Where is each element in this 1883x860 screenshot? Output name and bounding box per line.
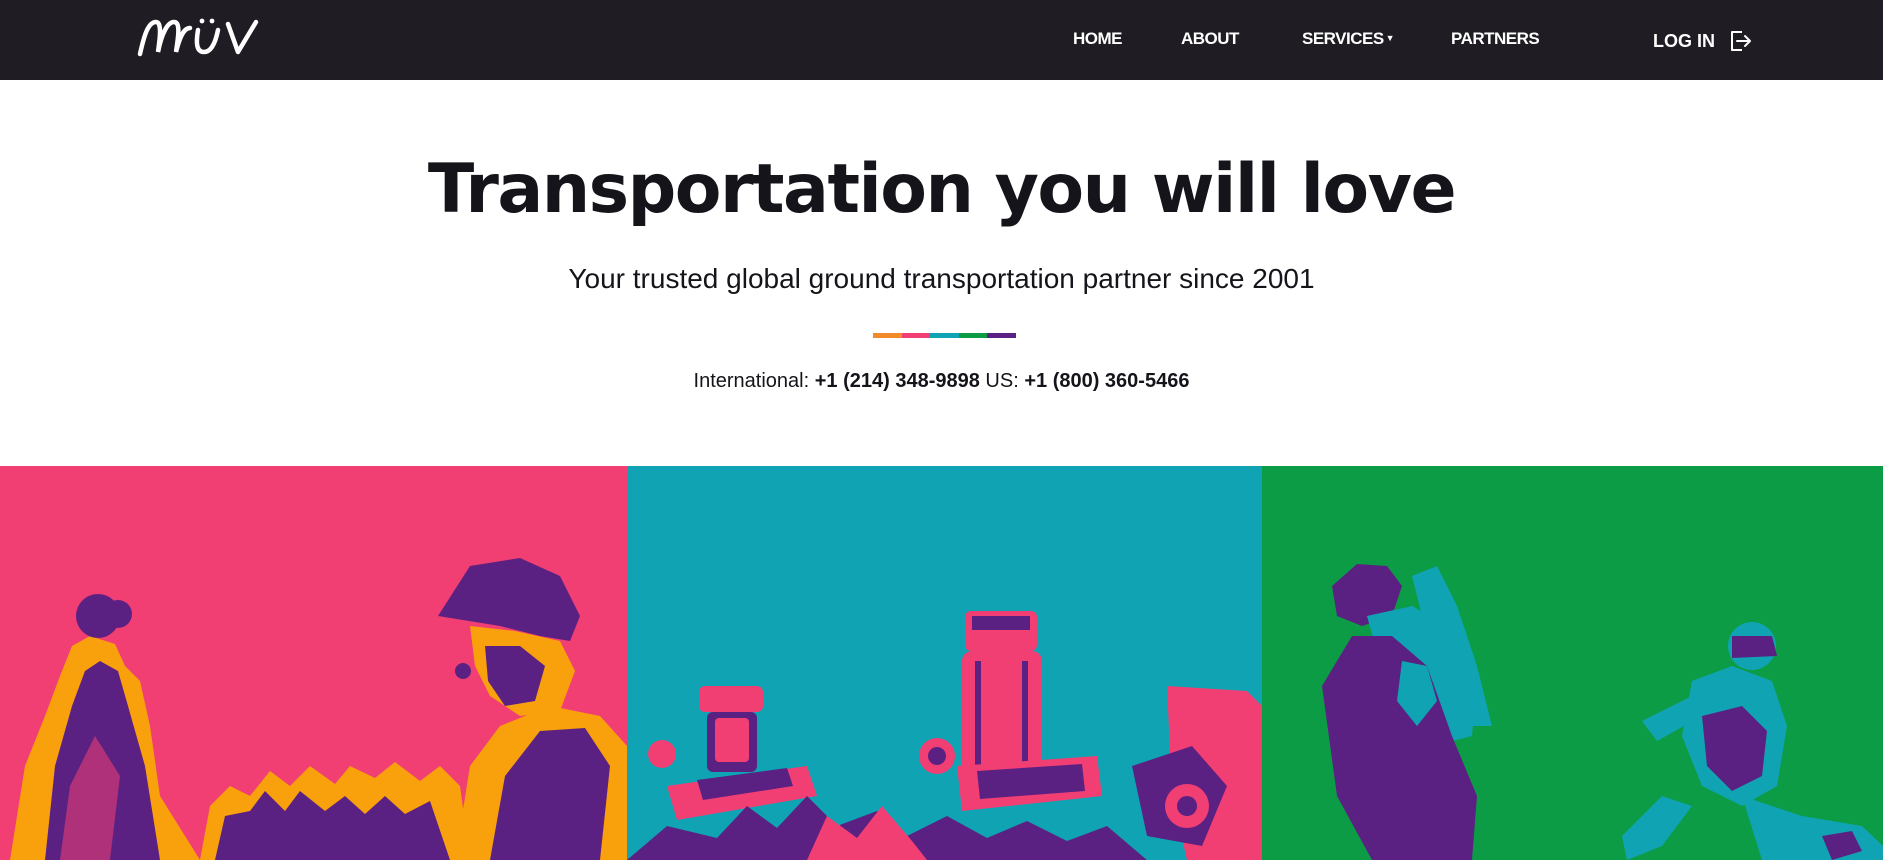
- divider-segment-pink: [901, 333, 931, 338]
- top-navbar: HOME ABOUT SERVICES ▼ PARTNERS LOG IN: [0, 0, 1883, 80]
- hero-title: Transportation you will love: [427, 150, 1457, 229]
- nav-partners[interactable]: PARTNERS: [1451, 29, 1540, 49]
- nav-services[interactable]: SERVICES ▼: [1302, 29, 1395, 49]
- muv-logo-mark: [137, 18, 259, 57]
- us-label: US:: [985, 370, 1019, 392]
- nav-home[interactable]: HOME: [1073, 29, 1123, 49]
- divider-segment-teal: [930, 333, 959, 338]
- intl-phone-link[interactable]: +1 (214) 348-9898: [815, 370, 980, 392]
- chauffeur-illustration: [0, 466, 627, 860]
- phone-numbers: International: +1 (214) 348-9898 US: +1 …: [0, 370, 1883, 393]
- medical-panel: [627, 466, 1262, 860]
- nav-about[interactable]: ABOUT: [1181, 29, 1239, 49]
- divider-segment-purple: [987, 333, 1016, 338]
- sports-panel: [1262, 466, 1883, 860]
- us-phone-link[interactable]: +1 (800) 360-5466: [1024, 370, 1189, 392]
- muv-logo[interactable]: [136, 16, 260, 60]
- sports-illustration: [1262, 466, 1883, 860]
- illustration-panels: [0, 466, 1883, 860]
- hero-section: Transportation you will love Your truste…: [0, 80, 1883, 466]
- color-divider: [873, 333, 1016, 338]
- login-button[interactable]: LOG IN: [1653, 28, 1753, 54]
- divider-segment-green: [958, 333, 988, 338]
- chevron-down-icon: ▼: [1385, 33, 1395, 43]
- hero-subtitle: Your trusted global ground transportatio…: [568, 263, 1315, 294]
- login-label: LOG IN: [1653, 30, 1715, 51]
- medical-lab-illustration: [627, 466, 1262, 860]
- intl-label: International:: [693, 370, 810, 392]
- divider-segment-orange: [873, 333, 902, 338]
- logout-arrow-icon: [1731, 31, 1751, 51]
- nav-services-label: SERVICES: [1302, 29, 1384, 48]
- people-panel: [0, 466, 627, 860]
